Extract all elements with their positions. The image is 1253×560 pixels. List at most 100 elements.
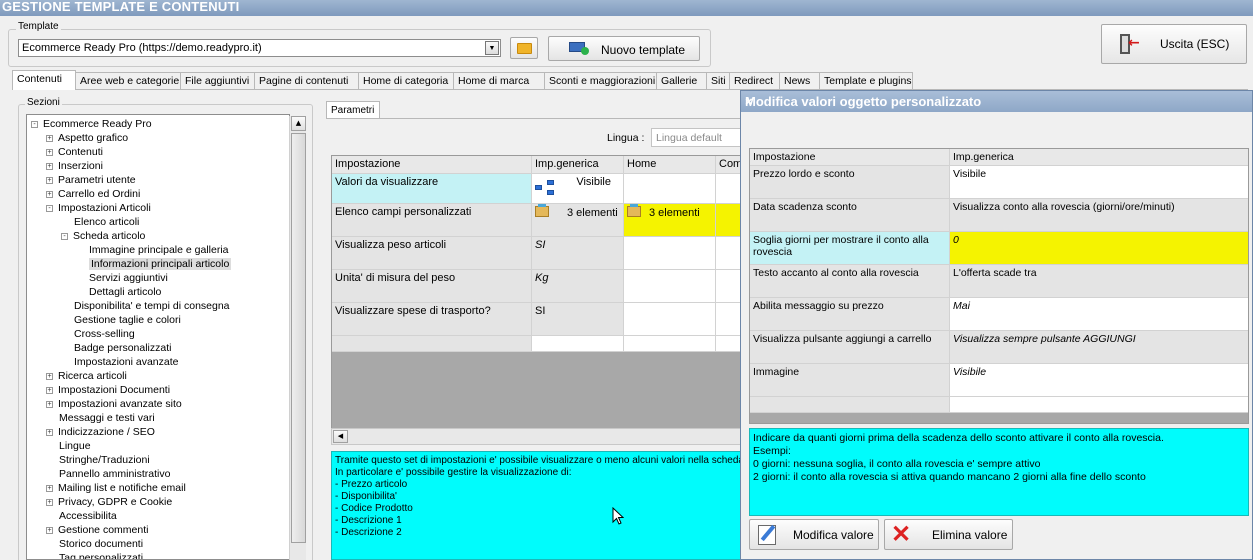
tree-item[interactable]: Impostazioni avanzate (74, 355, 178, 369)
grid-setting-name[interactable]: Visualizzare spese di trasporto? (332, 303, 532, 336)
expand-icon[interactable]: + (46, 401, 53, 408)
tree-item[interactable]: + Aspetto grafico (46, 131, 128, 145)
tree-item[interactable]: + Privacy, GDPR e Cookie (46, 495, 172, 509)
dialog-setting-name[interactable]: Prezzo lordo e sconto (750, 166, 950, 199)
edit-value-button[interactable]: Modifica valore (749, 519, 879, 550)
expand-icon[interactable]: + (46, 429, 53, 436)
dialog-setting-value[interactable]: 0 (950, 232, 1248, 265)
dialog-setting-name[interactable]: Abilita messaggio su prezzo (750, 298, 950, 331)
grid-setting-name[interactable]: Elenco campi personalizzati (332, 204, 532, 237)
tree-item[interactable]: Stringhe/Traduzioni (59, 453, 150, 467)
tree-item[interactable]: + Ricerca articoli (46, 369, 127, 383)
dialog-setting-value[interactable]: Visibile (950, 166, 1248, 199)
tree-item[interactable]: Tag personalizzati (59, 551, 143, 559)
grid-value-cell[interactable]: Visibile (532, 174, 624, 204)
dialog-setting-value[interactable]: Mai (950, 298, 1248, 331)
scroll-thumb[interactable] (291, 133, 306, 543)
tab-0[interactable]: Contenuti (12, 70, 76, 90)
tab-11[interactable]: Template e plugins (819, 72, 913, 90)
tab-10[interactable]: News (779, 72, 820, 90)
tree-item[interactable]: Disponibilita' e tempi di consegna (74, 299, 230, 313)
expand-icon[interactable]: + (46, 149, 53, 156)
tree-item[interactable]: + Gestione commenti (46, 523, 148, 537)
expand-icon[interactable]: + (46, 527, 53, 534)
tree-item[interactable]: + Impostazioni avanzate sito (46, 397, 182, 411)
dialog-setting-value[interactable]: Visualizza conto alla rovescia (giorni/o… (950, 199, 1248, 232)
tree-item[interactable]: + Indicizzazione / SEO (46, 425, 155, 439)
grid-value-cell[interactable] (716, 237, 742, 270)
grid-value-cell[interactable] (716, 174, 742, 204)
tree-item[interactable]: Messaggi e testi vari (59, 411, 155, 425)
tree-item[interactable]: - Scheda articolo (61, 229, 145, 243)
grid-value-cell[interactable]: 3 elementi (532, 204, 624, 237)
tree-item[interactable]: + Contenuti (46, 145, 103, 159)
grid-value-cell[interactable] (716, 270, 742, 303)
dialog-setting-value[interactable]: Visibile (950, 364, 1248, 397)
tab-4[interactable]: Home di categoria (358, 72, 454, 90)
chevron-down-icon[interactable]: ▼ (485, 41, 499, 55)
grid-value-cell[interactable] (624, 174, 716, 204)
expand-icon[interactable]: + (46, 485, 53, 492)
tree-item[interactable]: Cross-selling (74, 327, 135, 341)
dialog-setting-name[interactable]: Data scadenza sconto (750, 199, 950, 232)
expand-icon[interactable]: + (46, 499, 53, 506)
dialog-setting-name[interactable]: Visualizza pulsante aggiungi a carrello (750, 331, 950, 364)
exit-button[interactable]: ← Uscita (ESC) (1101, 24, 1247, 64)
tab-5[interactable]: Home di marca (453, 72, 545, 90)
grid-value-cell[interactable]: 3 elementi (624, 204, 716, 237)
grid-value-cell[interactable] (716, 303, 742, 336)
grid-value-cell[interactable] (624, 237, 716, 270)
tree-scrollbar[interactable]: ▲ (289, 116, 306, 560)
tree-item[interactable]: Badge personalizzati (74, 341, 171, 355)
tab-3[interactable]: Pagine di contenuti (254, 72, 359, 90)
scroll-left-icon[interactable]: ◀ (333, 430, 348, 443)
tab-9[interactable]: Redirect (729, 72, 780, 90)
grid-value-cell[interactable] (624, 270, 716, 303)
expand-icon[interactable]: + (46, 177, 53, 184)
tab-7[interactable]: Gallerie (656, 72, 707, 90)
tree-item[interactable]: - Ecommerce Ready Pro (31, 117, 152, 131)
tree-item[interactable]: Servizi aggiuntivi (89, 271, 168, 285)
scroll-up-icon[interactable]: ▲ (291, 116, 306, 131)
delete-value-button[interactable]: ✕ Elimina valore (884, 519, 1013, 550)
tab-8[interactable]: Siti (706, 72, 730, 90)
tab-parametri[interactable]: Parametri (326, 101, 380, 119)
dialog-setting-name[interactable]: Testo accanto al conto alla rovescia (750, 265, 950, 298)
template-select[interactable]: Ecommerce Ready Pro (https://demo.readyp… (18, 39, 501, 57)
dialog-setting-value[interactable]: L'offerta scade tra (950, 265, 1248, 298)
grid-value-cell[interactable]: Kg (532, 270, 624, 303)
collapse-icon[interactable]: - (61, 233, 68, 240)
grid-value-cell[interactable] (716, 204, 742, 237)
dialog-setting-name[interactable]: Immagine (750, 364, 950, 397)
grid-setting-name[interactable]: Valori da visualizzare (332, 174, 532, 204)
tab-2[interactable]: File aggiuntivi (180, 72, 255, 90)
tree-item[interactable]: Immagine principale e galleria (89, 243, 229, 257)
tree-item[interactable]: Informazioni principali articolo (89, 257, 232, 271)
grid-setting-name[interactable]: Unita' di misura del peso (332, 270, 532, 303)
grid-value-cell[interactable]: SI (532, 237, 624, 270)
grid-value-cell[interactable]: SI (532, 303, 624, 336)
dialog-setting-name[interactable]: Soglia giorni per mostrare il conto alla… (750, 232, 950, 265)
tree-item[interactable]: + Inserzioni (46, 159, 103, 173)
tree-item[interactable]: + Carrello ed Ordini (46, 187, 140, 201)
expand-icon[interactable]: + (46, 191, 53, 198)
tree-item[interactable]: Elenco articoli (74, 215, 139, 229)
tree-item[interactable]: Pannello amministrativo (59, 467, 170, 481)
tab-1[interactable]: Aree web e categorie (75, 72, 181, 90)
tree-item[interactable]: + Impostazioni Documenti (46, 383, 170, 397)
tree-item[interactable]: Lingue (59, 439, 91, 453)
open-folder-button[interactable] (510, 37, 538, 59)
tree-item[interactable]: + Parametri utente (46, 173, 136, 187)
expand-icon[interactable]: + (46, 373, 53, 380)
tree-item[interactable]: - Impostazioni Articoli (46, 201, 151, 215)
tree-item[interactable]: Gestione taglie e colori (74, 313, 181, 327)
new-template-button[interactable]: Nuovo template (548, 36, 700, 61)
expand-icon[interactable]: + (46, 135, 53, 142)
tree-item[interactable]: Dettagli articolo (89, 285, 161, 299)
close-icon[interactable]: × (745, 94, 1246, 109)
dialog-setting-value[interactable]: Visualizza sempre pulsante AGGIUNGI (950, 331, 1248, 364)
collapse-icon[interactable]: - (31, 121, 38, 128)
grid-value-cell[interactable] (624, 303, 716, 336)
expand-icon[interactable]: + (46, 163, 53, 170)
expand-icon[interactable]: + (46, 387, 53, 394)
